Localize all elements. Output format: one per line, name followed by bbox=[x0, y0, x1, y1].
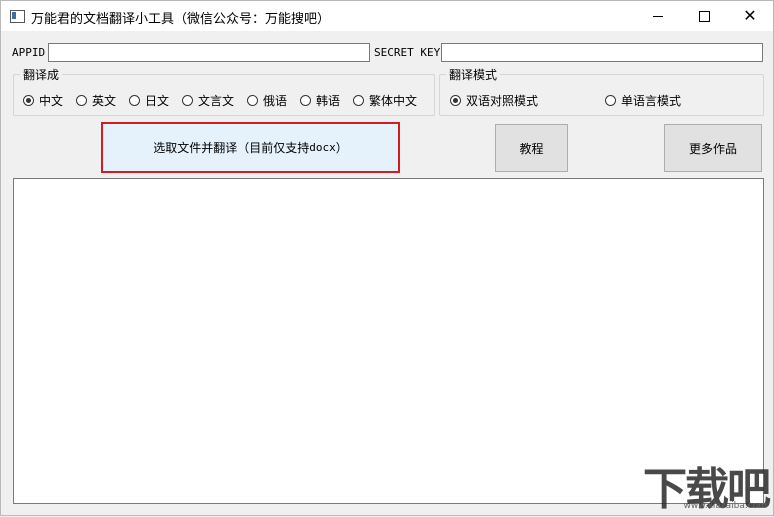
radio-japanese[interactable]: 日文 bbox=[129, 92, 169, 109]
minimize-icon bbox=[653, 15, 663, 17]
tutorial-button[interactable]: 教程 bbox=[495, 124, 568, 172]
secret-key-label: SECRET KEY bbox=[374, 46, 441, 59]
select-file-label-suffix: ） bbox=[335, 141, 348, 155]
radio-label: 日文 bbox=[145, 94, 170, 108]
select-file-label-ext: docx bbox=[309, 141, 336, 154]
radio-label: 韩语 bbox=[316, 94, 341, 108]
maximize-icon bbox=[698, 10, 710, 22]
radio-indicator bbox=[450, 95, 461, 106]
radio-label: 中文 bbox=[39, 94, 64, 108]
radio-label: 文言文 bbox=[198, 94, 235, 108]
secret-key-input[interactable] bbox=[441, 43, 763, 62]
app-window: 万能君的文档翻译小工具（微信公众号：万能搜吧） ✕ APPID SECRET K… bbox=[0, 0, 774, 516]
radio-indicator bbox=[182, 95, 193, 106]
radio-korean[interactable]: 韩语 bbox=[300, 92, 340, 109]
select-file-translate-button[interactable]: 选取文件并翻译（目前仅支持 docx） bbox=[101, 122, 400, 173]
more-works-button[interactable]: 更多作品 bbox=[664, 124, 762, 172]
radio-classical-chinese[interactable]: 文言文 bbox=[182, 92, 234, 109]
appid-label: APPID bbox=[12, 46, 46, 59]
translation-mode-legend: 翻译模式 bbox=[446, 66, 501, 83]
radio-label: 俄语 bbox=[263, 94, 288, 108]
radio-indicator bbox=[247, 95, 258, 106]
app-icon bbox=[10, 10, 25, 23]
radio-label: 单语言模式 bbox=[621, 94, 682, 108]
radio-traditional-chinese[interactable]: 繁体中文 bbox=[353, 92, 417, 109]
maximize-button[interactable] bbox=[681, 1, 727, 31]
appid-input[interactable] bbox=[48, 43, 370, 62]
radio-indicator bbox=[605, 95, 616, 106]
radio-indicator bbox=[76, 95, 87, 106]
title-bar[interactable]: 万能君的文档翻译小工具（微信公众号：万能搜吧） ✕ bbox=[1, 1, 773, 31]
radio-english[interactable]: 英文 bbox=[76, 92, 116, 109]
radio-chinese[interactable]: 中文 bbox=[23, 92, 63, 109]
watermark-url: www.xiazaiba.com bbox=[683, 501, 767, 511]
radio-label: 繁体中文 bbox=[369, 94, 418, 108]
minimize-button[interactable] bbox=[635, 1, 681, 31]
radio-russian[interactable]: 俄语 bbox=[247, 92, 287, 109]
radio-monolingual-mode[interactable]: 单语言模式 bbox=[605, 92, 681, 109]
radio-indicator bbox=[300, 95, 311, 106]
radio-bilingual-mode[interactable]: 双语对照模式 bbox=[450, 92, 538, 109]
radio-indicator bbox=[129, 95, 140, 106]
radio-label: 英文 bbox=[92, 94, 117, 108]
radio-label: 双语对照模式 bbox=[466, 94, 539, 108]
translate-to-legend: 翻译成 bbox=[20, 66, 63, 83]
radio-indicator bbox=[23, 95, 34, 106]
select-file-label-prefix: 选取文件并翻译（目前仅支持 bbox=[153, 141, 310, 155]
window-title: 万能君的文档翻译小工具（微信公众号：万能搜吧） bbox=[31, 12, 331, 27]
close-icon: ✕ bbox=[743, 6, 757, 25]
watermark: 下载吧 www.xiazaiba.com bbox=[637, 453, 771, 515]
close-button[interactable]: ✕ bbox=[727, 1, 773, 31]
radio-indicator bbox=[353, 95, 364, 106]
